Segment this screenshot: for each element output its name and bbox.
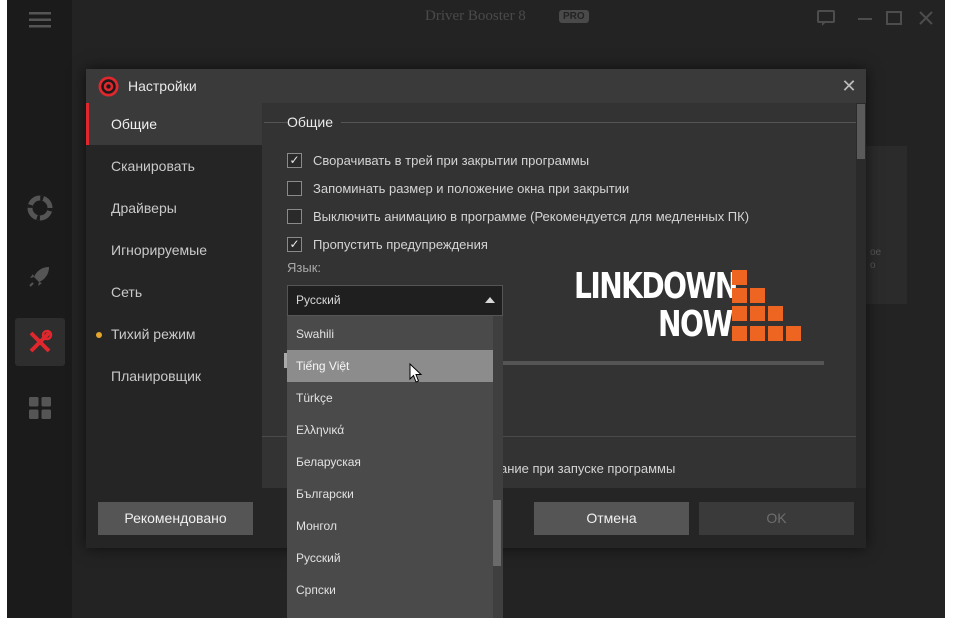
checkbox-minimize-tray[interactable]: ✓: [287, 152, 302, 168]
app-title: Driver Booster 8: [425, 8, 526, 24]
nav-item-scheduler[interactable]: Планировщик: [86, 355, 262, 397]
watermark-square: [750, 306, 765, 321]
watermark-line2: NOW: [658, 304, 733, 345]
slider-track[interactable]: [462, 361, 824, 365]
watermark-square: [732, 306, 747, 321]
scrollbar-thumb[interactable]: [857, 104, 865, 159]
tools-icon[interactable]: [23, 325, 57, 359]
checkbox-label: Сворачивать в трей при закрытии программ…: [313, 152, 590, 168]
status-dot: [96, 332, 102, 338]
checkbox-row-disable-animation[interactable]: Выключить анимацию в программе (Рекоменд…: [287, 207, 749, 225]
watermark-square: [732, 326, 747, 341]
checkbox-skip-warnings[interactable]: ✓: [287, 236, 302, 252]
dialog-title-bar: Настройки ✕: [86, 69, 866, 103]
language-option[interactable]: Български: [287, 478, 493, 510]
maximize-icon[interactable]: [885, 9, 903, 27]
language-option[interactable]: Tiếng Việt: [287, 350, 493, 382]
mouse-cursor-icon: [409, 362, 423, 384]
checkbox-label: Запоминать размер и положение окна при з…: [313, 180, 630, 196]
nav-item-general[interactable]: Общие: [86, 103, 262, 145]
ok-button[interactable]: OK: [699, 502, 854, 535]
checkbox-disable-animation[interactable]: [287, 208, 302, 224]
lifebuoy-icon[interactable]: [23, 191, 57, 225]
feedback-icon[interactable]: [817, 9, 835, 27]
watermark-square: [750, 326, 765, 341]
language-option[interactable]: Ελληνικά: [287, 414, 493, 446]
nav-item-ignored[interactable]: Игнорируемые: [86, 229, 262, 271]
language-select-value: Русский: [296, 293, 341, 307]
grid-icon[interactable]: [23, 391, 57, 425]
watermark-square: [750, 288, 765, 303]
watermark-logo: LINKDOWN NOW: [574, 266, 814, 348]
dialog-title: Настройки: [128, 78, 197, 94]
pro-badge: PRO: [559, 10, 589, 23]
nav-item-drivers[interactable]: Драйверы: [86, 187, 262, 229]
language-option[interactable]: Српски: [287, 574, 493, 606]
language-option[interactable]: Swahili: [287, 318, 493, 350]
nav-item-label: Тихий режим: [111, 326, 196, 342]
background-card-text: ое о: [870, 247, 882, 271]
checkbox-label: Выключить анимацию в программе (Рекоменд…: [313, 208, 750, 224]
checkbox-row-skip-warnings[interactable]: ✓ Пропустить предупреждения: [287, 235, 488, 253]
dropdown-scrollbar-thumb[interactable]: [493, 500, 501, 566]
chevron-up-icon: [485, 297, 495, 303]
close-app-icon[interactable]: [917, 9, 935, 27]
language-select[interactable]: Русский: [287, 285, 503, 316]
nav-item-scan[interactable]: Сканировать: [86, 145, 262, 187]
recommended-button[interactable]: Рекомендовано: [98, 502, 253, 535]
content-scrollbar[interactable]: [856, 103, 866, 488]
title-bar: Driver Booster 8 PRO: [72, 0, 945, 36]
watermark-square: [786, 326, 801, 341]
language-option[interactable]: Türkçe: [287, 382, 493, 414]
autostart-option-label: ование при запуске программы: [486, 461, 676, 476]
background-card: [865, 146, 907, 304]
minimize-icon[interactable]: [856, 9, 874, 27]
language-dropdown-list: Swahili Tiếng Việt Türkçe Ελληνικά Белар…: [287, 316, 503, 618]
language-option[interactable]: Монгол: [287, 510, 493, 542]
nav-item-silent-mode[interactable]: Тихий режим: [86, 313, 262, 355]
watermark-square: [732, 288, 747, 303]
checkbox-row-minimize-tray[interactable]: ✓ Сворачивать в трей при закрытии програ…: [287, 151, 589, 169]
watermark-square: [732, 270, 747, 285]
checkbox-remember-size[interactable]: [287, 180, 302, 196]
watermark-square: [768, 326, 783, 341]
section-title: Общие: [287, 114, 342, 130]
menu-icon[interactable]: [23, 3, 57, 37]
nav-item-network[interactable]: Сеть: [86, 271, 262, 313]
rocket-icon[interactable]: [23, 259, 57, 293]
section-divider: [264, 122, 856, 123]
driver-booster-logo-icon: [98, 76, 119, 97]
checkbox-row-remember-size[interactable]: Запоминать размер и положение окна при з…: [287, 179, 629, 197]
close-icon[interactable]: ✕: [840, 77, 858, 95]
settings-nav: Общие Сканировать Драйверы Игнорируемые …: [86, 103, 262, 488]
left-rail: [7, 0, 72, 618]
dropdown-scrollbar[interactable]: [493, 316, 503, 618]
cancel-button[interactable]: Отмена: [534, 502, 689, 535]
language-label: Язык:: [287, 260, 321, 275]
checkbox-label: Пропустить предупреждения: [313, 236, 488, 252]
watermark-square: [768, 306, 783, 321]
watermark-line1: LINKDOWN: [574, 266, 738, 307]
language-option[interactable]: Беларуская: [287, 446, 493, 478]
language-option[interactable]: Русский: [287, 542, 493, 574]
